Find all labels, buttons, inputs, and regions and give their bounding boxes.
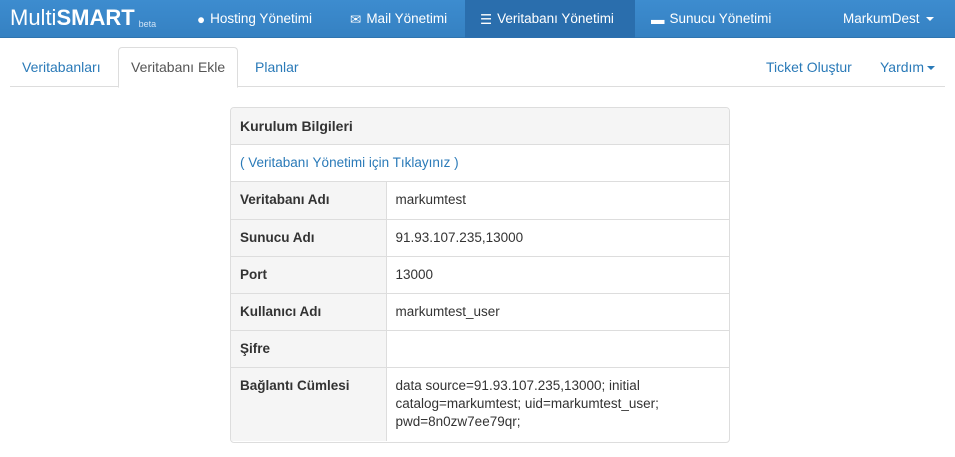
nav-mail[interactable]: ✉ Mail Yönetimi — [335, 0, 462, 38]
table-row: Şifre — [231, 330, 729, 368]
tab-veritabani-ekle[interactable]: Veritabanı Ekle — [118, 47, 239, 88]
top-navbar: MultiSMART beta ● Hosting Yönetimi ✉ Mail Y… — [0, 0, 955, 38]
row-value: 13000 — [386, 256, 729, 294]
brand-tag: beta — [138, 19, 157, 29]
row-value: 91.93.107.235,13000 — [386, 219, 729, 257]
tab-veritabanlari[interactable]: Veritabanları — [10, 47, 113, 87]
table-row: Veritabanı Adı markumtest — [231, 182, 729, 220]
help-label: Yardım — [880, 59, 925, 75]
row-key: Port — [231, 256, 387, 294]
table-row: Sunucu Adı 91.93.107.235,13000 — [231, 219, 729, 257]
nav-mail-label: Mail Yönetimi — [366, 11, 448, 26]
link-paren-close: ) — [450, 155, 459, 170]
nav-hosting[interactable]: ● Hosting Yönetimi — [182, 0, 327, 38]
connection-string: data source=91.93.107.235,13000; initial… — [395, 377, 659, 429]
row-key: Şifre — [231, 330, 387, 368]
caret-down-icon — [927, 66, 936, 70]
user-name: MarkumDest — [843, 11, 920, 26]
brand-logo[interactable]: MultiSMART beta — [10, 5, 156, 37]
user-menu[interactable]: MarkumDest — [828, 0, 949, 38]
row-key: Veritabanı Adı — [231, 182, 387, 220]
table-row: Port 13000 — [231, 256, 729, 294]
nav-server[interactable]: ▬ Sunucu Yönetimi — [636, 0, 786, 38]
tab-bar: Veritabanları Veritabanı Ekle Planlar Ti… — [10, 47, 945, 88]
table-row: Kullanıcı Adı markumtest_user — [231, 293, 729, 331]
globe-icon: ● — [197, 12, 206, 27]
panel-title: Kurulum Bilgileri — [231, 108, 729, 145]
nav-database[interactable]: ☰ Veritabanı Yönetimi — [465, 0, 635, 38]
row-key: Sunucu Adı — [231, 219, 387, 257]
row-key: Kullanıcı Adı — [231, 293, 387, 331]
row-key: Bağlantı Cümlesi — [231, 367, 387, 441]
brand-part1: Multi — [10, 5, 57, 30]
caret-down-icon — [925, 17, 934, 21]
setup-info-table: Veritabanı Adı markumtest Sunucu Adı 91.… — [231, 182, 729, 441]
nav-server-label: Sunucu Yönetimi — [669, 11, 772, 26]
brand-part2: SMART — [56, 5, 135, 30]
manage-link-row: ( Veritabanı Yönetimi için Tıklayınız ) — [231, 145, 729, 182]
envelope-icon: ✉ — [350, 12, 362, 27]
setup-info-panel: Kurulum Bilgileri ( Veritabanı Yönetimi … — [230, 107, 730, 443]
table-row: Bağlantı Cümlesi data source=91.93.107.2… — [231, 367, 729, 441]
ticket-create-link[interactable]: Ticket Oluştur — [766, 47, 852, 87]
list-icon: ☰ — [480, 12, 493, 27]
row-value: markumtest_user — [386, 293, 729, 331]
link-paren-open: ( — [240, 155, 249, 170]
help-menu[interactable]: Yardım — [880, 47, 936, 87]
database-manage-link[interactable]: Veritabanı Yönetimi için Tıklayınız — [248, 155, 450, 170]
row-value: markumtest — [386, 182, 729, 220]
nav-database-label: Veritabanı Yönetimi — [497, 11, 614, 26]
row-value — [386, 330, 729, 368]
server-icon: ▬ — [651, 12, 665, 27]
tab-planlar[interactable]: Planlar — [243, 47, 311, 87]
nav-hosting-label: Hosting Yönetimi — [210, 11, 312, 26]
